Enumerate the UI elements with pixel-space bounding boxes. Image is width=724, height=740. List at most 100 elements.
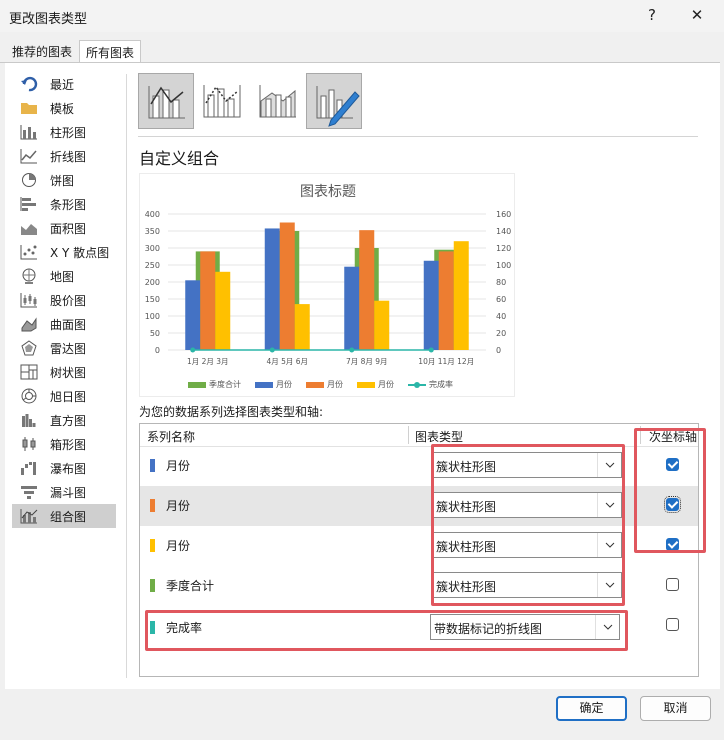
bar-chart-icon <box>20 197 36 211</box>
scatter-chart-icon <box>20 245 37 260</box>
secondary-axis-checkbox[interactable] <box>664 496 681 513</box>
sunburst-chart-icon <box>21 388 37 404</box>
legend-label: 完成率 <box>429 380 453 389</box>
header-secondary-axis: 次坐标轴 <box>649 430 698 444</box>
close-button[interactable]: ✕ <box>685 4 709 26</box>
chart-type-dropdown[interactable]: 簇状柱形图 <box>432 532 622 558</box>
sidebar-item-treemap[interactable]: 树状图 <box>12 360 116 384</box>
sidebar-item-radar[interactable]: 雷达图 <box>12 336 116 360</box>
combo-chart-icon <box>20 509 38 524</box>
ok-button[interactable]: 确定 <box>556 696 627 721</box>
undo-arrow-icon <box>21 76 38 92</box>
column-line-secondary-axis-icon <box>203 85 241 118</box>
chevron-down-icon[interactable] <box>597 493 621 517</box>
sidebar-item-label: 雷达图 <box>50 341 87 356</box>
sidebar-item-label: 地图 <box>50 269 75 284</box>
dropdown-value: 簇状柱形图 <box>436 540 497 554</box>
bar-month <box>359 230 375 350</box>
sidebar-item-templates[interactable]: 模板 <box>12 96 116 120</box>
legend-entry: 月份 <box>357 379 394 390</box>
header-chart-type: 图表类型 <box>415 430 464 444</box>
sidebar-item-scatter[interactable]: X Y 散点图 <box>12 240 116 264</box>
y2-tick-label: 60 <box>496 295 506 304</box>
sidebar-item-label: 瀑布图 <box>50 461 87 476</box>
sidebar-item-label: 最近 <box>50 77 75 92</box>
tab-all-charts[interactable]: 所有图表 <box>79 40 142 63</box>
subtype-column-line[interactable] <box>138 73 194 129</box>
chart-type-dropdown[interactable]: 带数据标记的折线图 <box>430 614 620 640</box>
y-tick-label: 400 <box>145 210 160 219</box>
secondary-axis-checkbox[interactable] <box>666 458 679 471</box>
sidebar-item-label: 折线图 <box>50 149 87 164</box>
series-color-swatch <box>150 459 155 472</box>
treemap-chart-icon <box>20 364 38 380</box>
boxwhisker-chart-icon <box>22 437 36 451</box>
chevron-down-icon[interactable] <box>597 573 621 597</box>
sidebar-item-boxwhisker[interactable]: 箱形图 <box>12 432 116 456</box>
dropdown-value: 簇状柱形图 <box>436 460 497 474</box>
sidebar-item-stock[interactable]: 股价图 <box>12 288 116 312</box>
sidebar-item-bar[interactable]: 条形图 <box>12 192 116 216</box>
subtype-custom-combo[interactable] <box>306 73 362 129</box>
chevron-down-icon[interactable] <box>597 533 621 557</box>
cancel-button[interactable]: 取消 <box>640 696 711 721</box>
line-marker <box>349 347 355 353</box>
sidebar-item-map[interactable]: 地图 <box>12 264 116 288</box>
chart-type-dropdown[interactable]: 簇状柱形图 <box>432 452 622 478</box>
help-button[interactable]: ? <box>640 4 664 26</box>
sidebar-item-label: 模板 <box>50 101 75 116</box>
sidebar-item-line[interactable]: 折线图 <box>12 144 116 168</box>
chart-category-list: 最近 模板 柱形图 折线图 饼图 条形图 面积图 X Y 散点图 地图 股价图 … <box>12 72 116 528</box>
bar-month <box>215 271 231 350</box>
series-row: 月份 簇状柱形图 <box>140 446 698 486</box>
sidebar-item-surface[interactable]: 曲面图 <box>12 312 116 336</box>
x-tick-label: 1月 2月 3月 <box>187 357 229 366</box>
y2-tick-label: 120 <box>496 244 511 253</box>
sidebar-item-combo[interactable]: 组合图 <box>12 504 116 528</box>
sidebar-item-label: 漏斗图 <box>50 485 87 500</box>
sidebar-item-pie[interactable]: 饼图 <box>12 168 116 192</box>
sidebar-item-label: 直方图 <box>50 413 87 428</box>
waterfall-chart-icon <box>21 462 36 475</box>
y2-tick-label: 0 <box>496 346 501 355</box>
sidebar-item-column[interactable]: 柱形图 <box>12 120 116 144</box>
series-name: 月份 <box>166 459 191 473</box>
sidebar-item-funnel[interactable]: 漏斗图 <box>12 480 116 504</box>
secondary-axis-checkbox[interactable] <box>666 578 679 591</box>
tab-recommended-charts[interactable]: 推荐的图表 <box>6 40 78 63</box>
series-row: 完成率 带数据标记的折线图 <box>140 608 698 648</box>
sidebar-item-area[interactable]: 面积图 <box>12 216 116 240</box>
secondary-axis-checkbox[interactable] <box>666 618 679 631</box>
secondary-axis-checkbox[interactable] <box>666 538 679 551</box>
y-tick-label: 50 <box>150 329 160 338</box>
subtype-area-column[interactable] <box>250 73 306 129</box>
series-name: 完成率 <box>166 621 203 635</box>
sidebar-item-recent[interactable]: 最近 <box>12 72 116 96</box>
sidebar-item-sunburst[interactable]: 旭日图 <box>12 384 116 408</box>
section-title: 自定义组合 <box>139 149 220 168</box>
chart-type-dropdown[interactable]: 簇状柱形图 <box>432 572 622 598</box>
stacked-area-column-icon <box>259 85 296 118</box>
sidebar-item-label: 柱形图 <box>50 125 87 140</box>
y2-tick-label: 40 <box>496 312 506 321</box>
sidebar-item-label: 组合图 <box>50 509 87 524</box>
sidebar-item-waterfall[interactable]: 瀑布图 <box>12 456 116 480</box>
chart-type-dropdown[interactable]: 簇状柱形图 <box>432 492 622 518</box>
dialog-title: 更改图表类型 <box>9 12 88 27</box>
radar-chart-icon <box>21 340 37 356</box>
sidebar-item-histogram[interactable]: 直方图 <box>12 408 116 432</box>
chart-plot: 0 50 100 150 200 250 300 350 400 0 20 40 60 80 100 120 1… <box>145 210 512 366</box>
series-row: 月份 簇状柱形图 <box>140 526 698 566</box>
chevron-down-icon[interactable] <box>595 615 619 639</box>
legend-label: 月份 <box>327 380 343 389</box>
sidebar-item-label: 股价图 <box>50 293 87 308</box>
y-tick-label: 250 <box>145 261 160 270</box>
title-bar: 更改图表类型 ? ✕ <box>0 0 724 32</box>
subtype-column-line-secondary[interactable] <box>194 73 250 129</box>
dropdown-value: 簇状柱形图 <box>436 500 497 514</box>
sidebar-item-label: 树状图 <box>50 365 87 380</box>
series-color-swatch <box>150 621 155 634</box>
bar-month <box>453 241 469 350</box>
series-color-swatch <box>150 499 155 512</box>
chevron-down-icon[interactable] <box>597 453 621 477</box>
